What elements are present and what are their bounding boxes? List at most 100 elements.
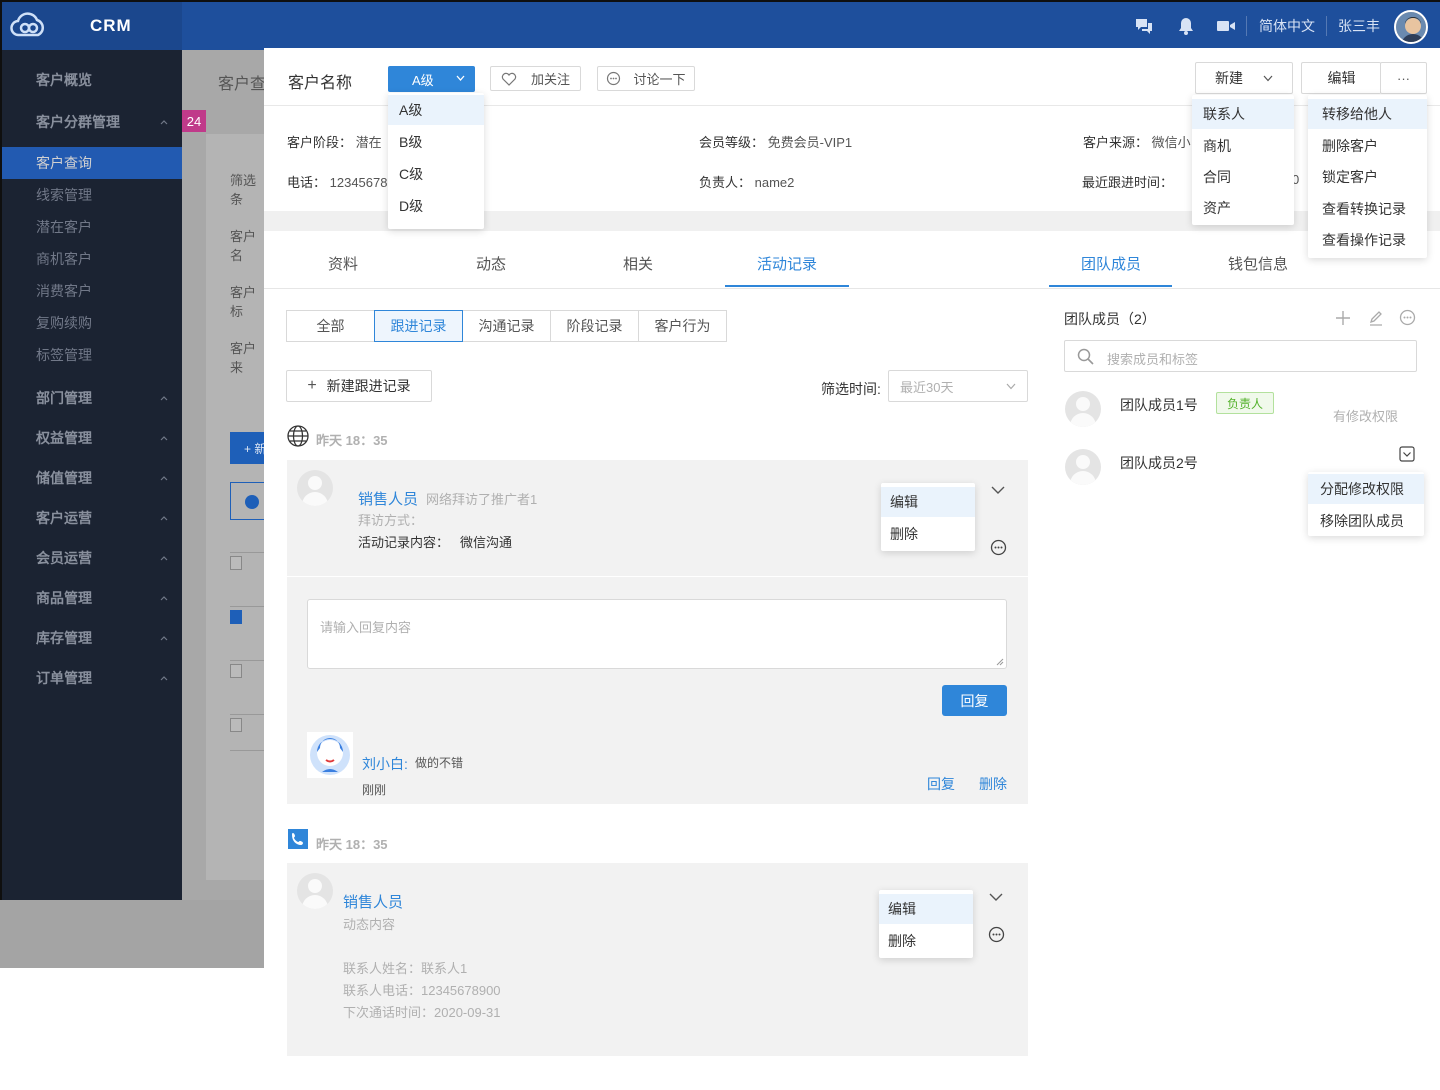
notification-button[interactable]	[1176, 2, 1196, 50]
owner-value: name2	[754, 175, 795, 190]
tab-profile[interactable]: 资料	[288, 253, 398, 283]
new-opportunity[interactable]: 商机	[1192, 131, 1294, 161]
owner-tag: 负责人	[1216, 392, 1274, 414]
menu-item-delete[interactable]: 删除	[879, 926, 973, 956]
level-select[interactable]: A级	[388, 66, 475, 92]
remove-team-member[interactable]: 移除团队成员	[1308, 506, 1424, 536]
menu-item-delete[interactable]: 删除	[881, 519, 975, 549]
tab-related[interactable]: 相关	[583, 253, 693, 283]
level-option-b[interactable]: B级	[388, 127, 484, 157]
new-asset[interactable]: 资产	[1192, 193, 1294, 223]
chevron-down-icon[interactable]	[989, 893, 1003, 902]
more-button[interactable]: ···	[1380, 62, 1427, 94]
comment-reply-link[interactable]: 回复	[927, 774, 955, 794]
dropdown-toggle-icon[interactable]	[1399, 446, 1415, 462]
lock-customer[interactable]: 锁定客户	[1308, 162, 1427, 192]
more-actions-menu: 转移给他人 删除客户 锁定客户 查看转换记录 查看操作记录	[1308, 95, 1427, 258]
user-photo-icon	[1396, 12, 1426, 42]
menu-item-edit[interactable]: 编辑	[881, 487, 975, 517]
new-label: 新建	[1215, 70, 1243, 86]
video-button[interactable]	[1216, 2, 1236, 50]
level-option-a[interactable]: A级	[388, 95, 484, 125]
source-info: 客户来源： 微信小	[1083, 132, 1191, 151]
add-member-icon[interactable]	[1335, 310, 1351, 326]
subtab-stage-records[interactable]: 阶段记录	[550, 310, 639, 342]
view-conversion-records[interactable]: 查看转换记录	[1308, 194, 1427, 224]
reply-submit-button[interactable]: 回复	[942, 685, 1007, 716]
customer-name-title: 客户名称	[288, 75, 353, 92]
subtab-customer-behavior[interactable]: 客户行为	[638, 310, 727, 342]
row-checkbox[interactable]	[230, 718, 242, 732]
comment-icon[interactable]	[988, 926, 1005, 943]
level-option-d[interactable]: D级	[388, 191, 484, 221]
active-tab-indicator	[1049, 285, 1172, 287]
comment-icon	[607, 71, 621, 86]
chat-button[interactable]	[1134, 2, 1154, 50]
tab-activity-records[interactable]: 活动记录	[725, 253, 849, 283]
comment-delete-link[interactable]: 删除	[979, 774, 1007, 794]
info-icon	[245, 495, 259, 509]
subtab-all[interactable]: 全部	[286, 310, 375, 342]
commenter-avatar	[307, 732, 353, 778]
discuss-label: 讨论一下	[633, 72, 686, 87]
row-checkbox[interactable]	[230, 556, 242, 570]
tab-dynamics[interactable]: 动态	[436, 253, 546, 283]
heart-icon	[501, 72, 517, 86]
subtab-communication-records[interactable]: 沟通记录	[462, 310, 551, 342]
chevron-down-icon[interactable]	[991, 486, 1005, 495]
comment-icon[interactable]	[990, 539, 1007, 556]
new-contract[interactable]: 合同	[1192, 162, 1294, 192]
filter-panel: 筛选条 客户名 客户标 客户来	[206, 134, 266, 434]
delete-customer[interactable]: 删除客户	[1308, 131, 1427, 161]
content-value: 微信沟通	[460, 535, 513, 550]
record-person[interactable]: 销售人员	[358, 488, 418, 509]
new-follow-record-button[interactable]: + 新建跟进记录	[286, 370, 432, 402]
background-footer	[0, 900, 264, 968]
row-checkbox-checked[interactable]	[230, 610, 242, 624]
level-option-c[interactable]: C级	[388, 159, 484, 189]
user-name[interactable]: 张三丰	[1338, 2, 1380, 50]
resize-handle-icon[interactable]	[996, 658, 1004, 666]
member-name[interactable]: 团队成员2号	[1120, 453, 1198, 473]
tab-team-members[interactable]: 团队成员	[1049, 253, 1173, 283]
row-checkbox[interactable]	[230, 664, 242, 678]
owner-info: 负责人： name2	[699, 172, 794, 191]
level-select-value: A级	[412, 72, 434, 88]
edit-button[interactable]: 编辑	[1301, 62, 1381, 94]
chevron-down-icon	[1006, 383, 1016, 390]
discuss-button[interactable]: 讨论一下	[597, 66, 695, 91]
edit-pencil-icon[interactable]	[1368, 310, 1384, 326]
view-operation-records[interactable]: 查看操作记录	[1308, 225, 1427, 255]
sidebar-overlay	[2, 50, 182, 902]
filter-time-select[interactable]: 最近30天	[888, 370, 1028, 402]
contact-phone: 联系人电话：12345678900	[343, 983, 501, 998]
record-action-menu: 编辑 删除	[879, 890, 973, 958]
record-person[interactable]: 销售人员	[343, 891, 403, 912]
source-label: 客户来源：	[1083, 135, 1149, 150]
content-label: 活动记录内容：	[358, 535, 450, 550]
new-contact[interactable]: 联系人	[1192, 99, 1294, 129]
member-info: 会员等级： 免费会员-VIP1	[699, 132, 852, 151]
comment-author[interactable]: 刘小白:	[362, 754, 408, 774]
tab-wallet[interactable]: 钱包信息	[1196, 253, 1320, 283]
transfer-customer[interactable]: 转移给他人	[1308, 99, 1427, 129]
member-search-input[interactable]: 搜索成员和标签	[1064, 340, 1417, 372]
subtab-follow-records[interactable]: 跟进记录	[374, 310, 463, 342]
new-dropdown-button[interactable]: 新建	[1195, 62, 1293, 94]
comment-icon[interactable]	[1399, 309, 1416, 326]
cartoon-avatar-icon	[310, 735, 350, 775]
globe-icon	[287, 425, 309, 447]
filter-label: 筛选条	[230, 173, 257, 207]
record-desc: 动态内容	[343, 917, 396, 932]
assign-edit-permission[interactable]: 分配修改权限	[1308, 474, 1424, 504]
member-label: 会员等级：	[699, 135, 765, 150]
phone-icon	[288, 829, 308, 849]
user-avatar[interactable]	[1394, 10, 1428, 44]
chat-icon	[1136, 19, 1152, 34]
follow-button[interactable]: 加关注	[490, 66, 581, 91]
avatar	[297, 470, 333, 506]
reply-textarea[interactable]: 请输入回复内容	[307, 599, 1007, 669]
menu-item-edit[interactable]: 编辑	[879, 894, 973, 924]
member-name[interactable]: 团队成员1号	[1120, 395, 1198, 415]
language-switch[interactable]: 简体中文	[1259, 2, 1315, 50]
